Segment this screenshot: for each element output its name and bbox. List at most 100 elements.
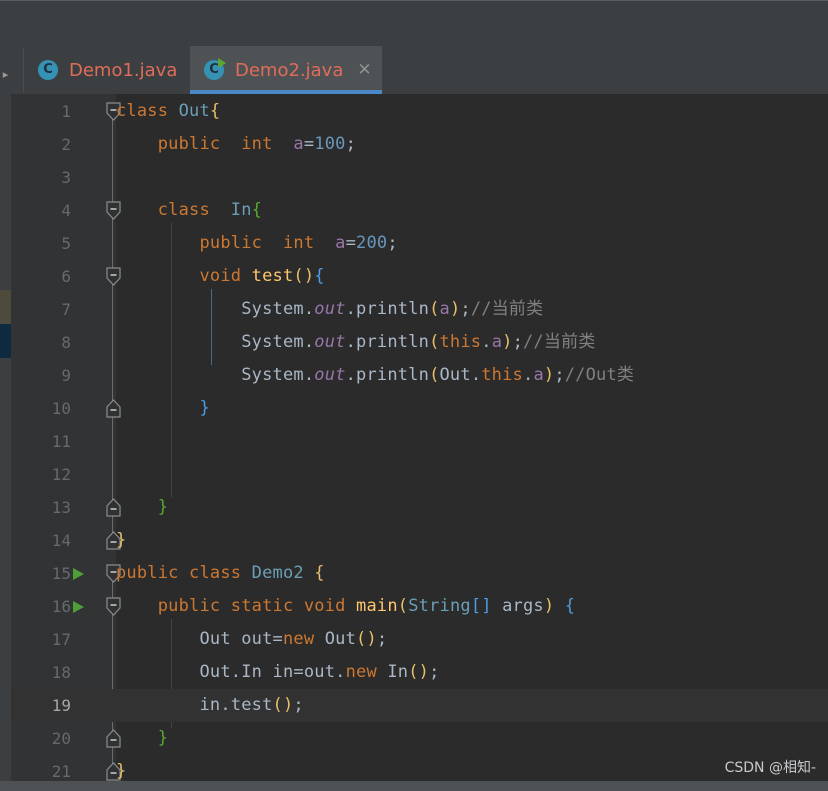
code-token: ; <box>554 365 565 385</box>
line-number: 1 <box>61 102 71 121</box>
run-gutter-icon[interactable] <box>73 568 84 580</box>
code-token: ) <box>543 365 555 385</box>
code-token: () <box>408 662 430 682</box>
code-text: System.out.println(a);//当前类 <box>116 293 543 326</box>
code-token: this <box>481 365 523 385</box>
code-token: { <box>564 596 576 616</box>
code-token: ) <box>543 596 555 616</box>
code-token: int <box>282 233 336 253</box>
code-token: 100 <box>314 134 346 154</box>
code-token: class <box>116 200 231 220</box>
code-text: void test(){ <box>116 260 325 293</box>
code-editor[interactable]: 1 class Out{2 public int a=100; 3 4 class I… <box>11 94 828 781</box>
code-token: class <box>116 101 179 121</box>
tab-demo2-java[interactable]: C Demo2.java ✕ <box>190 46 382 94</box>
code-text: } <box>116 755 126 781</box>
code-token: { <box>209 101 221 121</box>
code-line: 2 public int a=100; <box>11 128 828 161</box>
code-token: main <box>356 596 398 616</box>
code-text: System.out.println(this.a);//当前类 <box>116 326 595 359</box>
code-token: .println <box>345 299 430 319</box>
code-token: . <box>481 332 492 352</box>
code-token: ) <box>449 299 461 319</box>
code-token: { <box>251 200 263 220</box>
status-bar <box>0 781 828 791</box>
code-text: } <box>116 392 210 425</box>
java-class-icon-letter: C <box>43 62 53 77</box>
code-token: in.test <box>116 695 273 715</box>
code-token: ; <box>429 662 440 682</box>
code-token: ; <box>512 332 523 352</box>
code-token: = <box>272 629 283 649</box>
code-token: Out out <box>116 629 273 649</box>
code-token: } <box>116 530 127 550</box>
code-token: a <box>491 332 503 352</box>
code-text: public class Demo2 { <box>116 557 325 590</box>
expand-arrow-icon[interactable]: ▸ <box>0 68 11 82</box>
editor-tab-bar: C Demo1.java ✕ C Demo2.java ✕ <box>11 46 828 94</box>
code-token: In <box>230 200 252 220</box>
code-token: void <box>116 266 252 286</box>
code-text: Out.In in=out.new In(); <box>116 656 440 689</box>
code-token: .println <box>345 365 430 385</box>
code-token: . <box>335 662 346 682</box>
run-gutter-icon[interactable] <box>73 601 84 613</box>
line-number: 4 <box>61 201 71 220</box>
marker-stripe-warning <box>0 290 11 324</box>
code-token: { <box>314 563 325 583</box>
code-token: In <box>387 662 409 682</box>
code-token: () <box>272 695 294 715</box>
code-line: 14} <box>11 524 828 557</box>
code-token: ( <box>429 365 440 385</box>
code-token: a <box>439 299 450 319</box>
code-token: //当前类 <box>470 299 544 319</box>
code-token: . <box>303 332 315 352</box>
code-token: out <box>314 332 346 352</box>
code-token: = <box>293 662 304 682</box>
code-token: new <box>345 662 388 682</box>
line-number: 8 <box>61 333 71 352</box>
code-line: 13 } <box>11 491 828 524</box>
code-token: System <box>116 365 304 385</box>
code-text: public static void main(String[] args) { <box>116 590 575 623</box>
code-token: new <box>282 629 325 649</box>
code-token: a <box>533 365 544 385</box>
code-token: ( <box>397 596 409 616</box>
code-line: 10 } <box>11 392 828 425</box>
code-line: 12 <box>11 458 828 491</box>
code-line: 15 public class Demo2 { <box>11 557 828 590</box>
left-tool-window-strip[interactable]: ▸ <box>0 46 11 791</box>
code-token: out <box>303 662 336 682</box>
code-token: Out <box>178 101 210 121</box>
idea-editor-window: ▸ C Demo1.java ✕ C Demo2.java ✕ <box>0 0 828 791</box>
code-text: } <box>116 491 168 524</box>
line-number: 20 <box>51 729 71 748</box>
line-number: 13 <box>51 498 71 517</box>
close-icon[interactable]: ✕ <box>357 61 371 79</box>
csdn-watermark: CSDN @相知- <box>724 760 816 776</box>
code-token: System <box>116 332 304 352</box>
code-token: 200 <box>356 233 388 253</box>
code-line: 20 } <box>11 722 828 755</box>
tab-demo1-java[interactable]: C Demo1.java ✕ <box>24 46 216 94</box>
code-token: public static void <box>116 596 357 616</box>
line-number: 15 <box>51 564 71 583</box>
code-line: 3 <box>11 161 828 194</box>
code-token: Demo2 <box>251 563 315 583</box>
code-line: 17 Out out=new Out(); <box>11 623 828 656</box>
line-number: 21 <box>51 762 71 781</box>
run-badge-icon <box>218 58 226 68</box>
tab-label: Demo1.java <box>69 59 178 81</box>
code-line: 18 Out.In in=out.new In(); <box>11 656 828 689</box>
line-number: 2 <box>61 135 71 154</box>
line-number: 19 <box>51 696 71 715</box>
line-number: 14 <box>51 531 71 550</box>
java-class-icon: C <box>38 60 58 80</box>
code-token: ; <box>345 134 357 154</box>
line-number: 9 <box>61 366 71 385</box>
code-token: a <box>293 134 304 154</box>
code-token: } <box>157 497 169 517</box>
code-token: args <box>491 596 544 616</box>
code-text: in.test(); <box>116 689 304 722</box>
